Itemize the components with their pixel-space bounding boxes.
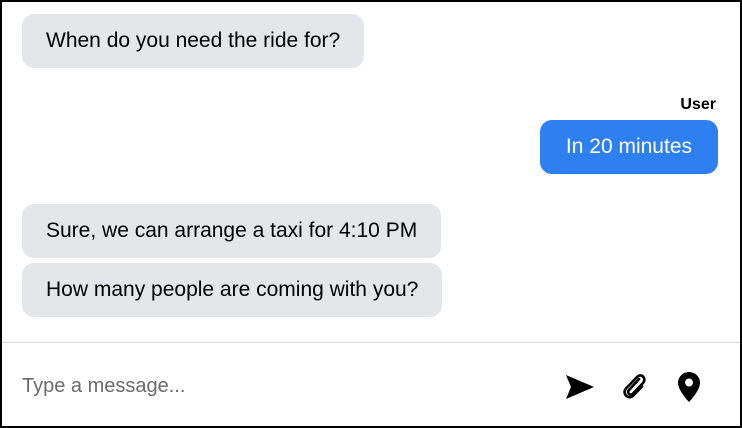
message-input[interactable] [22,367,482,405]
paperclip-icon [619,371,649,403]
location-pin-icon [677,371,701,403]
bot-message-bubble: How many people are coming with you? [22,263,443,317]
sender-label-user: User [680,96,716,113]
send-button[interactable] [564,371,596,403]
bot-message-bubble: Sure, we can arrange a taxi for 4:10 PM [22,204,442,258]
bot-message-bubble: When do you need the ride for? [22,14,365,68]
user-message-bubble: In 20 minutes [539,120,718,174]
message-composer [2,342,740,427]
attach-button[interactable] [618,371,650,403]
chat-window: When do you need the ride for? User In 2… [0,0,742,428]
location-button[interactable] [673,371,705,403]
message-list: When do you need the ride for? User In 2… [2,2,740,342]
send-icon [564,373,596,401]
